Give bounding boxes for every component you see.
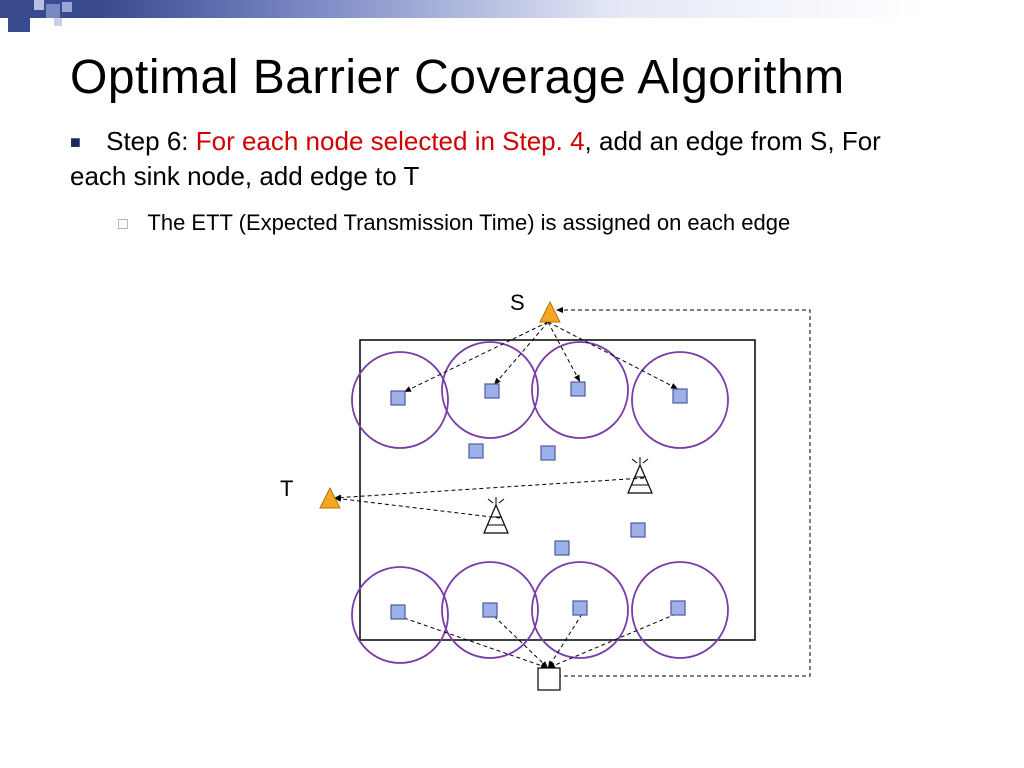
bullet-level-2: The ETT (Expected Transmission Time) is … bbox=[70, 208, 930, 238]
edge bbox=[548, 322, 580, 382]
sensor-node bbox=[541, 446, 555, 460]
sensor-node bbox=[671, 601, 685, 615]
sink-tower-icon bbox=[484, 497, 508, 533]
decor-square bbox=[8, 10, 30, 32]
sensor-node bbox=[573, 601, 587, 615]
bullet2-text: The ETT (Expected Transmission Time) is … bbox=[147, 210, 790, 235]
decor-square bbox=[34, 0, 44, 10]
sensor-node bbox=[631, 523, 645, 537]
edge bbox=[548, 322, 678, 389]
network-diagram bbox=[280, 290, 840, 720]
sensor-node bbox=[483, 603, 497, 617]
sensor-node bbox=[571, 382, 585, 396]
detector-box bbox=[538, 668, 560, 690]
bullet1-prefix: Step 6: bbox=[106, 126, 196, 156]
edge bbox=[334, 498, 500, 518]
bullet-level-1: Step 6: For each node selected in Step. … bbox=[70, 124, 930, 194]
edge bbox=[404, 322, 548, 392]
sensor-node bbox=[469, 444, 483, 458]
slide-title: Optimal Barrier Coverage Algorithm bbox=[70, 50, 845, 105]
decor-square bbox=[62, 2, 72, 12]
source-triangle bbox=[540, 302, 560, 322]
sensor-node bbox=[391, 605, 405, 619]
decor-square bbox=[54, 18, 62, 26]
sensor-node bbox=[673, 389, 687, 403]
diagram-svg bbox=[280, 290, 840, 720]
edge bbox=[548, 614, 676, 668]
sink-tower-icon bbox=[628, 457, 652, 493]
edge bbox=[334, 478, 644, 498]
bullet1-highlight: For each node selected in Step. 4 bbox=[196, 126, 585, 156]
sensor-node bbox=[391, 391, 405, 405]
top-gradient-bar bbox=[0, 0, 1024, 18]
bullet-list: Step 6: For each node selected in Step. … bbox=[70, 124, 930, 238]
decor-square bbox=[46, 4, 60, 18]
sensor-node bbox=[555, 541, 569, 555]
edge bbox=[494, 616, 548, 668]
edge bbox=[548, 614, 582, 668]
slide: { "title": "Optimal Barrier Coverage Alg… bbox=[0, 0, 1024, 768]
sensor-node bbox=[485, 384, 499, 398]
edge bbox=[404, 618, 548, 668]
route-path bbox=[550, 310, 810, 676]
